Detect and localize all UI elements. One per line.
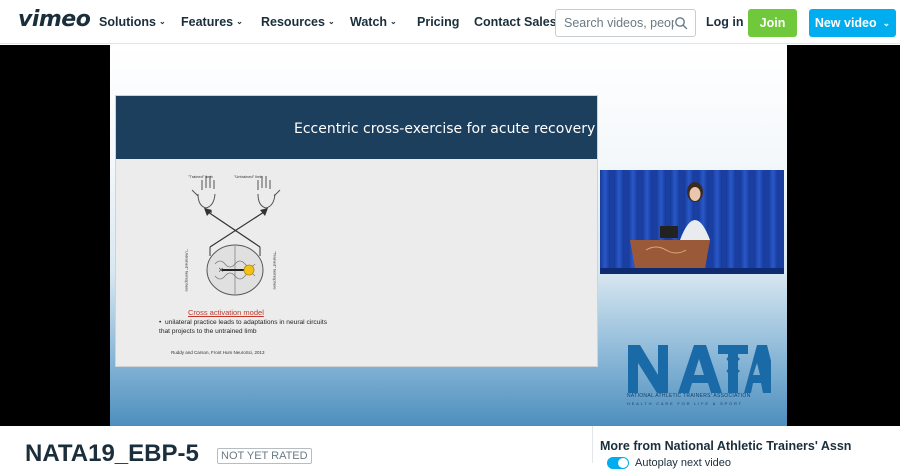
related-videos-sidebar: More from National Athletic Trainers' As… [592,426,900,469]
nav-resources[interactable]: Resources ⌄ [261,15,335,29]
trained-hemisphere-label: "Trained" hemisphere [272,251,278,290]
autoplay-control[interactable]: Autoplay next video [607,457,731,469]
chevron-down-icon: ⌄ [327,16,335,26]
new-video-label: New video [814,16,877,30]
search-box [555,9,696,37]
untrained-hemisphere-label: "Untrained" hemisphere [184,249,190,292]
more-from-heading[interactable]: More from National Athletic Trainers' As… [600,439,851,453]
login-link[interactable]: Log in [706,15,744,29]
vimeo-logo[interactable]: vimeo [18,7,91,32]
nata-tagline: HEALTH CARE FOR LIFE & SPORT [627,401,743,406]
video-player[interactable]: Eccentric cross-exercise for acute recov… [0,45,900,426]
video-frame[interactable]: Eccentric cross-exercise for acute recov… [110,45,787,426]
new-video-button[interactable]: New video ⌄ [809,9,896,37]
join-button[interactable]: Join [748,9,797,37]
chevron-down-icon: ⌄ [236,16,243,26]
nav-features[interactable]: Features ⌄ [181,15,243,29]
nav-watch[interactable]: Watch ⌄ [350,15,397,29]
slide-caption: Cross activation model [188,308,264,317]
autoplay-label: Autoplay next video [635,457,732,469]
rating-badge[interactable]: NOT YET RATED [217,448,312,464]
slide-bullet-text: unilateral practice leads to adaptations… [159,319,327,335]
nav-solutions-label: Solutions [99,15,156,29]
video-title: NATA19_EBP-5 [25,440,199,467]
chevron-down-icon: ⌄ [390,16,397,26]
chevron-down-icon: ⌄ [158,16,166,26]
slide-bullet: • unilateral practice leads to adaptatio… [159,318,329,336]
nav-pricing-label: Pricing [417,15,460,29]
search-icon[interactable] [674,16,688,30]
slide-citation: Ruddy and Carson, Front Hum NeuroSci, 20… [171,350,265,355]
nav-resources-label: Resources [261,15,325,29]
chevron-down-icon: ⌄ [882,17,891,28]
presentation-slide: Eccentric cross-exercise for acute recov… [115,95,598,367]
slide-title: Eccentric cross-exercise for acute recov… [294,121,596,137]
top-navigation-bar: vimeo Solutions ⌄ Features ⌄ Resources ⌄… [0,0,900,44]
trained-limb-label: "Trained" limb [188,174,213,179]
speaker-camera-inset [600,170,784,274]
nav-solutions[interactable]: Solutions ⌄ [99,15,166,29]
search-input[interactable] [556,10,674,36]
nav-watch-label: Watch [350,15,388,29]
untrained-limb-label: "Untrained" limb [234,174,263,179]
autoplay-toggle[interactable] [607,457,629,469]
nav-contact-sales[interactable]: Contact Sales [474,15,557,29]
svg-text:×: × [218,266,224,274]
nata-full-name: NATIONAL ATHLETIC TRAINERS' ASSOCIATION [627,393,751,399]
nav-features-label: Features [181,15,234,29]
nav-pricing[interactable]: Pricing [417,15,459,29]
slide-header: Eccentric cross-exercise for acute recov… [116,96,597,159]
speaker-scene [600,170,784,274]
video-info: NATA19_EBP-5 NOT YET RATED [0,426,592,467]
nav-contact-sales-label: Contact Sales [474,15,557,29]
